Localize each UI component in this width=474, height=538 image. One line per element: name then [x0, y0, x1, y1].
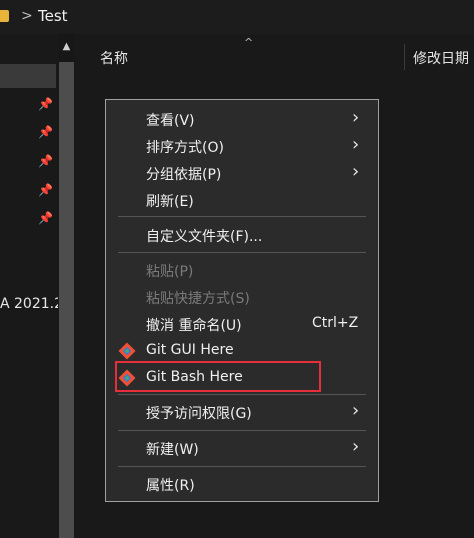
menu-separator [118, 430, 366, 431]
menu-item-undo-rename[interactable]: 撤消 重命名(U) Ctrl+Z [106, 311, 378, 337]
menu-item-new[interactable]: 新建(W) › [106, 435, 378, 461]
menu-separator [118, 466, 366, 467]
menu-separator [118, 216, 366, 217]
menu-separator [118, 394, 366, 395]
menu-item-paste-shortcut: 粘贴快捷方式(S) [146, 291, 250, 307]
pin-icon: 📌 [38, 154, 53, 168]
breadcrumb-folder[interactable]: Test [38, 7, 68, 25]
context-menu: 查看(V) › 排序方式(O) › 分组依据(P) › 刷新(E) 自定义文件夹… [105, 99, 379, 502]
menu-item-properties[interactable]: 属性(R) [106, 471, 378, 497]
chevron-right-icon: › [352, 436, 360, 457]
menu-item-group-by[interactable]: 分组依据(P) › [106, 160, 378, 186]
pin-icon: 📌 [38, 125, 53, 139]
column-name-header[interactable]: 名称 [100, 48, 128, 68]
chevron-right-icon: › [352, 400, 360, 421]
column-divider[interactable] [404, 44, 405, 70]
shortcut-label: Ctrl+Z [312, 315, 359, 331]
chevron-right-icon: › [352, 107, 360, 128]
folder-icon [0, 10, 9, 22]
scrollbar-thumb[interactable] [59, 62, 74, 538]
menu-item-customize-folder[interactable]: 自定义文件夹(F)... [106, 222, 378, 248]
menu-separator [118, 252, 366, 253]
nav-selected-item[interactable] [0, 64, 56, 88]
menu-item-refresh[interactable]: 刷新(E) [106, 187, 378, 213]
menu-item-view[interactable]: 查看(V) › [106, 106, 378, 132]
pin-icon: 📌 [38, 211, 53, 225]
git-icon [118, 342, 136, 360]
column-date-header[interactable]: 修改日期 [413, 48, 469, 68]
chevron-right-icon: › [352, 161, 360, 182]
highlight-box [115, 361, 321, 392]
title-bar: > Test [0, 0, 474, 34]
sort-caret-icon: ^ [244, 36, 254, 49]
breadcrumb-separator-icon[interactable]: > [21, 8, 33, 24]
pin-icon: 📌 [38, 97, 53, 111]
menu-item-paste: 粘贴(P) [146, 264, 194, 280]
menu-item-sort-by[interactable]: 排序方式(O) › [106, 133, 378, 159]
pin-icon: 📌 [38, 183, 53, 197]
menu-item-grant-access[interactable]: 授予访问权限(G) › [106, 399, 378, 425]
chevron-right-icon: › [352, 134, 360, 155]
scroll-up-icon[interactable]: ▲ [58, 40, 75, 54]
nav-item-label[interactable]: A 2021.2 [0, 296, 63, 312]
